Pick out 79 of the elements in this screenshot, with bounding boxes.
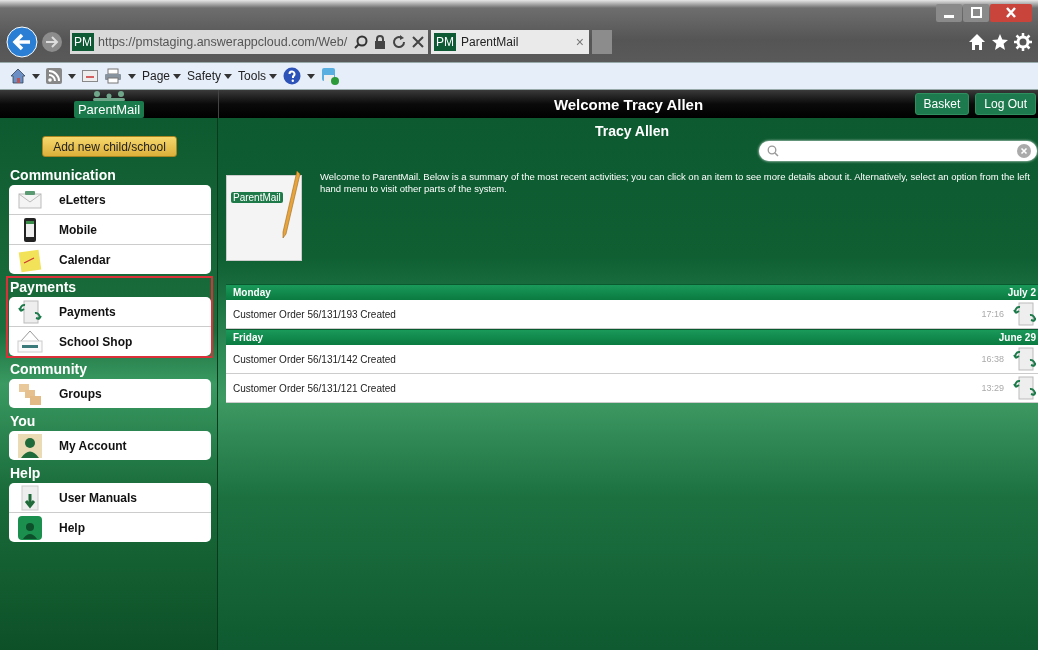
- header-button[interactable]: Basket: [914, 93, 970, 115]
- parentmail-logo[interactable]: ParentMail: [73, 91, 145, 118]
- caret-icon[interactable]: [32, 73, 40, 79]
- section-title: Communication: [9, 166, 117, 185]
- caret-icon: [224, 73, 233, 79]
- command-menu[interactable]: Tools: [238, 69, 278, 83]
- section-title: Community: [9, 360, 88, 379]
- refresh-icon[interactable]: [392, 35, 406, 49]
- search-icon: [767, 145, 779, 157]
- pencil-icon: [281, 170, 301, 240]
- caret-icon[interactable]: [68, 73, 76, 79]
- activity-row[interactable]: Customer Order 56/131/142 Created 16:38: [226, 345, 1038, 374]
- restore-icon[interactable]: [963, 4, 989, 22]
- menu-item[interactable]: User Manuals: [9, 483, 211, 513]
- section-title: You: [9, 412, 37, 431]
- tab-title: ParentMail: [461, 35, 520, 49]
- close-icon[interactable]: [412, 36, 424, 48]
- receipt-icon: [1012, 346, 1036, 372]
- mail-icon[interactable]: [82, 70, 98, 82]
- person-icon: [17, 432, 43, 459]
- menu-item[interactable]: My Account: [9, 431, 211, 460]
- back-icon[interactable]: [6, 26, 38, 58]
- add-child-button[interactable]: Add new child/school: [42, 136, 177, 157]
- receipt-icon: [1012, 301, 1036, 327]
- menu-item[interactable]: School Shop: [9, 327, 211, 356]
- logo-text: ParentMail: [73, 101, 145, 118]
- settings-icon[interactable]: [1014, 33, 1032, 51]
- page-title: Welcome Tracy Allen: [553, 95, 704, 113]
- caret-icon[interactable]: [307, 73, 316, 79]
- search-icon[interactable]: [354, 35, 368, 49]
- caret-icon: [173, 73, 182, 79]
- home-icon[interactable]: [10, 68, 26, 84]
- activity-time: 17:16: [981, 309, 1004, 319]
- activity-text: Customer Order 56/131/142 Created: [233, 353, 396, 365]
- receipt-icon: [17, 298, 43, 325]
- menu-item[interactable]: Calendar: [9, 245, 211, 274]
- logo-text: ParentMail: [231, 192, 283, 203]
- day-date: June 29: [998, 332, 1036, 343]
- day-name: Monday: [233, 287, 271, 298]
- favicon: PM: [72, 33, 94, 51]
- receipt-icon: [1012, 375, 1036, 401]
- activity-time: 13:29: [981, 383, 1004, 393]
- menu-item[interactable]: Help: [9, 513, 211, 542]
- lock-icon: [374, 35, 386, 49]
- menu-item[interactable]: eLetters: [9, 185, 211, 215]
- browser-tab[interactable]: PM ParentMail ×: [431, 30, 589, 54]
- activity-text: Customer Order 56/131/193 Created: [233, 308, 396, 320]
- activity-row[interactable]: Customer Order 56/131/193 Created 17:16: [226, 300, 1038, 329]
- command-menu[interactable]: Safety: [187, 69, 233, 83]
- caret-icon[interactable]: [128, 73, 136, 79]
- menu-item[interactable]: Groups: [9, 379, 211, 408]
- activity-time: 16:38: [981, 354, 1004, 364]
- print-icon[interactable]: [104, 68, 122, 84]
- favicon: PM: [434, 33, 456, 51]
- section-title: Payments: [9, 278, 78, 297]
- url-text: https://pmstaging.answerappcloud.com/Web/: [98, 35, 349, 49]
- star-icon[interactable]: [991, 33, 1009, 51]
- forward-icon[interactable]: [41, 31, 63, 53]
- tab-close[interactable]: ×: [575, 34, 584, 50]
- address-bar[interactable]: PM https://pmstaging.answerappcloud.com/Web/: [70, 30, 428, 54]
- minimize-icon[interactable]: [936, 4, 962, 22]
- app-icon: [17, 514, 43, 541]
- day-date: July 2: [1007, 287, 1036, 298]
- close-icon[interactable]: [990, 4, 1032, 22]
- header-button[interactable]: Log Out: [975, 93, 1036, 115]
- welcome-text: Welcome to ParentMail. Below is a summary of the most recent activities; you can click on an item to see more details about it. Alternatively, select an option from the left hand menu to visit other parts of the system.: [320, 170, 1030, 196]
- day-name: Friday: [233, 332, 263, 343]
- menu-item[interactable]: Payments: [9, 297, 211, 327]
- menu-item[interactable]: Mobile: [9, 215, 211, 245]
- search-field[interactable]: [759, 141, 1037, 161]
- caret-icon: [269, 73, 278, 79]
- section-title: Help: [9, 464, 42, 483]
- home-icon[interactable]: [968, 33, 986, 51]
- feed-icon[interactable]: [46, 68, 62, 84]
- command-menu[interactable]: Page: [142, 69, 182, 83]
- activity-text: Customer Order 56/131/121 Created: [233, 382, 396, 394]
- help-icon[interactable]: [283, 67, 302, 85]
- user-name: Tracy Allen: [593, 122, 671, 141]
- activity-row[interactable]: Customer Order 56/131/121 Created 13:29: [226, 374, 1038, 403]
